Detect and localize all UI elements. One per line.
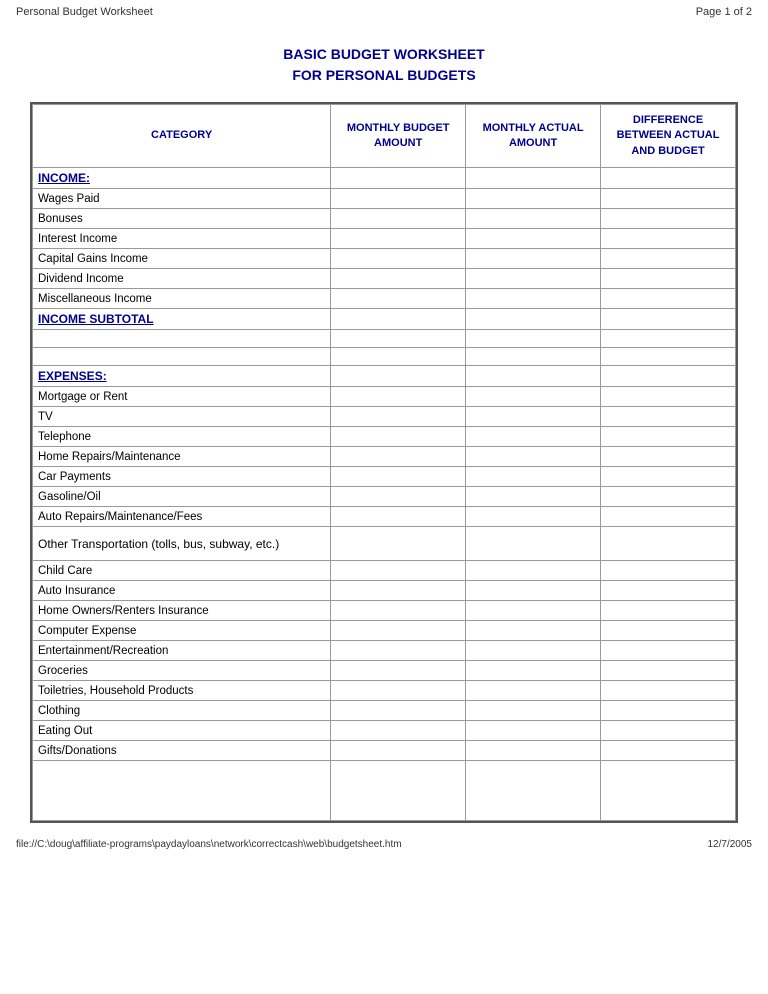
row-other-transport: Other Transportation (tolls, bus, subway…	[33, 527, 331, 561]
row-telephone: Telephone	[33, 427, 331, 447]
income-label: INCOME:	[33, 168, 331, 189]
table-row: Mortgage or Rent	[33, 387, 736, 407]
col-header-category: CATEGORY	[33, 105, 331, 168]
spacer-row-1	[33, 330, 736, 348]
row-auto-repairs: Auto Repairs/Maintenance/Fees	[33, 507, 331, 527]
table-row: Home Owners/Renters Insurance	[33, 601, 736, 621]
row-wages-paid: Wages Paid	[33, 189, 331, 209]
expenses-label: EXPENSES:	[33, 366, 331, 387]
budget-table: CATEGORY MONTHLY BUDGET AMOUNT MONTHLY A…	[32, 104, 736, 821]
col-header-difference: DIFFERENCE BETWEEN ACTUAL AND BUDGET	[601, 105, 736, 168]
row-interest-income: Interest Income	[33, 229, 331, 249]
row-gifts: Gifts/Donations	[33, 741, 331, 761]
spacer-row-2	[33, 348, 736, 366]
row-eating-out: Eating Out	[33, 721, 331, 741]
table-row: Capital Gains Income	[33, 249, 736, 269]
doc-title-header: Personal Budget Worksheet	[16, 6, 153, 18]
worksheet-title: BASIC BUDGET WORKSHEET FOR PERSONAL BUDG…	[0, 44, 768, 86]
footer-date: 12/7/2005	[708, 839, 753, 850]
row-home-owners-insurance: Home Owners/Renters Insurance	[33, 601, 331, 621]
table-row: Miscellaneous Income	[33, 289, 736, 309]
table-row: Wages Paid	[33, 189, 736, 209]
footer-url: file://C:\doug\affiliate-programs\payday…	[16, 839, 402, 850]
expenses-section-label: EXPENSES:	[33, 366, 736, 387]
title-line2: FOR PERSONAL BUDGETS	[292, 67, 475, 83]
table-row: Home Repairs/Maintenance	[33, 447, 736, 467]
income-subtotal-label: INCOME SUBTOTAL	[33, 309, 331, 330]
row-home-repairs: Home Repairs/Maintenance	[33, 447, 331, 467]
table-row: Groceries	[33, 661, 736, 681]
table-row: Clothing	[33, 701, 736, 721]
row-gasoline: Gasoline/Oil	[33, 487, 331, 507]
col-header-actual: MONTHLY ACTUAL AMOUNT	[466, 105, 601, 168]
row-capital-gains: Capital Gains Income	[33, 249, 331, 269]
table-row: Other Transportation (tolls, bus, subway…	[33, 527, 736, 561]
row-child-care: Child Care	[33, 561, 331, 581]
table-row: Child Care	[33, 561, 736, 581]
title-line1: BASIC BUDGET WORKSHEET	[283, 46, 484, 62]
income-subtotal-row: INCOME SUBTOTAL	[33, 309, 736, 330]
row-car-payments: Car Payments	[33, 467, 331, 487]
row-clothing: Clothing	[33, 701, 331, 721]
row-misc-income: Miscellaneous Income	[33, 289, 331, 309]
table-row: Car Payments	[33, 467, 736, 487]
row-entertainment: Entertainment/Recreation	[33, 641, 331, 661]
col-header-budget: MONTHLY BUDGET AMOUNT	[331, 105, 466, 168]
row-bonuses: Bonuses	[33, 209, 331, 229]
row-computer: Computer Expense	[33, 621, 331, 641]
table-row: Gifts/Donations	[33, 741, 736, 761]
row-dividend-income: Dividend Income	[33, 269, 331, 289]
table-row: Gasoline/Oil	[33, 487, 736, 507]
row-groceries: Groceries	[33, 661, 331, 681]
table-row: Telephone	[33, 427, 736, 447]
worksheet-table-container: CATEGORY MONTHLY BUDGET AMOUNT MONTHLY A…	[30, 102, 738, 823]
page-number: Page 1 of 2	[696, 6, 752, 18]
row-mortgage: Mortgage or Rent	[33, 387, 331, 407]
income-section-label: INCOME:	[33, 168, 736, 189]
table-row: Computer Expense	[33, 621, 736, 641]
row-toiletries: Toiletries, Household Products	[33, 681, 331, 701]
table-row: Dividend Income	[33, 269, 736, 289]
table-row: Auto Repairs/Maintenance/Fees	[33, 507, 736, 527]
row-auto-insurance: Auto Insurance	[33, 581, 331, 601]
table-row: TV	[33, 407, 736, 427]
page-footer: file://C:\doug\affiliate-programs\payday…	[0, 833, 768, 856]
table-row: Bonuses	[33, 209, 736, 229]
blank-row-1	[33, 761, 736, 821]
table-row: Toiletries, Household Products	[33, 681, 736, 701]
table-row: Eating Out	[33, 721, 736, 741]
row-tv: TV	[33, 407, 331, 427]
table-row: Interest Income	[33, 229, 736, 249]
table-row: Entertainment/Recreation	[33, 641, 736, 661]
table-row: Auto Insurance	[33, 581, 736, 601]
